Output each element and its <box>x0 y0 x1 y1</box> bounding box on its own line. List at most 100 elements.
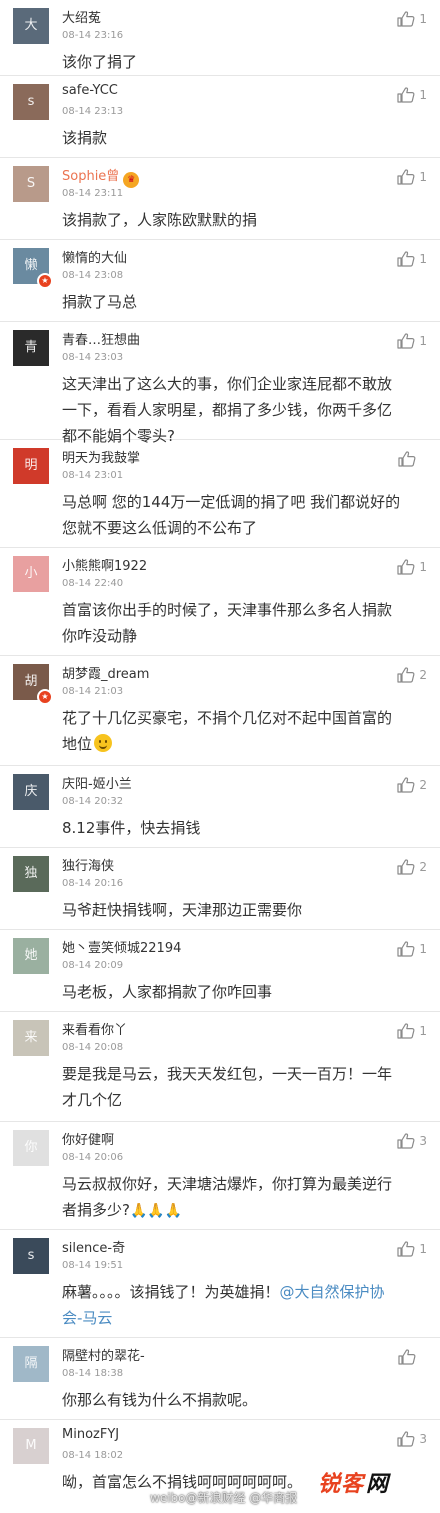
thumbs-up-icon <box>397 1241 415 1257</box>
comment-item: 隔 隔壁村的翠花- 08-14 18:38 你那么有钱为什么不捐款呢。 <box>0 1338 440 1420</box>
like-button[interactable]: 2 <box>397 858 427 876</box>
comment-text-line: 才几个亿 <box>62 1087 422 1113</box>
like-button[interactable]: 1 <box>397 1240 427 1258</box>
comment-text-segment: 该你了捐了 <box>62 53 138 71</box>
username[interactable]: 隔壁村的翠花- <box>62 1345 145 1364</box>
like-count: 1 <box>419 334 427 348</box>
comment-time: 08-14 23:01 <box>62 470 124 481</box>
username[interactable]: safe-YCC <box>62 83 118 98</box>
username[interactable]: 你好健啊 <box>62 1129 114 1148</box>
like-button[interactable]: 1 <box>397 558 427 576</box>
avatar-initial: 隔 <box>24 1356 38 1371</box>
avatar[interactable]: M <box>13 1428 49 1464</box>
comment-text-line: 该捐款了，人家陈欧默默的捐 <box>62 207 422 233</box>
comment-text-line: 麻薯。。。。该捐钱了！为英雄捐！@大自然保护协 <box>62 1279 422 1305</box>
username-text: 来看看你丫 <box>62 1023 128 1038</box>
thumbs-up-icon <box>397 667 415 683</box>
like-button[interactable]: 1 <box>397 332 427 350</box>
watermark-text: weibo@新浪财经 @华商报 <box>150 1491 298 1505</box>
avatar-initial: 庆 <box>24 784 38 799</box>
avatar[interactable]: 青 <box>13 330 49 366</box>
username[interactable]: 独行海侠 <box>62 855 114 874</box>
avatar[interactable]: 小 <box>13 556 49 592</box>
avatar[interactable]: 大 <box>13 8 49 44</box>
username[interactable]: silence-奇 <box>62 1237 125 1256</box>
comment-item: 大 大绍菟 08-14 23:16 该你了捐了 1 <box>0 0 440 76</box>
like-button[interactable]: 2 <box>397 776 427 794</box>
like-count: 1 <box>419 1024 427 1038</box>
comment-text: 捐款了马总 <box>62 289 422 315</box>
username[interactable]: 明天为我鼓掌 <box>62 447 140 466</box>
comment-text: 马总啊 您的144万一定低调的捐了吧 我们都说好的您就不要这么低调的不公布了 <box>62 489 422 541</box>
comment-text-line: 首富该你出手的时候了，天津事件那么多名人捐款 <box>62 597 422 623</box>
like-button[interactable]: 1 <box>397 10 427 28</box>
avatar[interactable]: 明 <box>13 448 49 484</box>
comment-text: 马爷赶快捐钱啊，天津那边正需要你 <box>62 897 422 923</box>
comment-text-line: 花了十几亿买豪宅，不捐个几亿对不起中国首富的 <box>62 705 422 731</box>
comment-text-segment: 一下，看看人家明星，都捐了多少钱，你两千多亿 <box>62 401 393 419</box>
username-text: 庆阳-姬小兰 <box>62 777 132 792</box>
username-text: safe-YCC <box>62 83 118 98</box>
like-count: 2 <box>419 668 427 682</box>
comment-text-segment: 你咋没动静 <box>62 627 138 645</box>
comment-text-segment: 这天津出了这么大的事，你们企业家连屁都不敢放 <box>62 375 393 393</box>
username[interactable]: 小熊熊啊1922 <box>62 555 147 574</box>
comment-text-line: 您就不要这么低调的不公布了 <box>62 515 422 541</box>
avatar[interactable]: 来 <box>13 1020 49 1056</box>
like-button[interactable]: 1 <box>397 940 427 958</box>
username[interactable]: 大绍菟 <box>62 7 101 26</box>
like-count: 2 <box>419 860 427 874</box>
comment-text: 你那么有钱为什么不捐款呢。 <box>62 1387 422 1413</box>
comment-text-line: 8.12事件，快去捐钱 <box>62 815 422 841</box>
like-button[interactable]: 1 <box>397 168 427 186</box>
comment-text-segment: 才几个亿 <box>62 1091 123 1109</box>
crown-badge-icon: ♛ <box>123 172 140 188</box>
like-button[interactable] <box>398 1348 427 1366</box>
avatar-initial: S <box>26 176 36 191</box>
avatar[interactable]: s <box>13 84 49 120</box>
like-button[interactable]: 3 <box>397 1430 427 1448</box>
mention-link[interactable]: @大自然保护协 <box>280 1283 385 1301</box>
avatar-initial: M <box>25 1438 37 1453</box>
like-count: 1 <box>419 12 427 26</box>
thumbs-up-icon <box>397 11 415 27</box>
pray-hands-icon: 🙏🙏🙏 <box>129 1203 183 1219</box>
avatar-initial: 独 <box>24 866 38 881</box>
username-text: 她丶壹笑倾城22194 <box>62 941 182 956</box>
avatar[interactable]: S <box>13 166 49 202</box>
like-count: 3 <box>419 1432 427 1446</box>
username[interactable]: 胡梦霞_dream <box>62 663 149 682</box>
comment-time: 08-14 20:32 <box>62 796 124 807</box>
thumbs-up-icon <box>397 333 415 349</box>
mention-link[interactable]: 会-马云 <box>62 1309 112 1327</box>
username[interactable]: 青春…狂想曲 <box>62 329 140 348</box>
like-button[interactable]: 2 <box>397 666 427 684</box>
comment-item: 懒 ★ 懒惰的大仙 08-14 23:08 捐款了马总 1 <box>0 240 440 322</box>
avatar[interactable]: 她 <box>13 938 49 974</box>
username[interactable]: MinozFYJ <box>62 1427 119 1442</box>
avatar[interactable]: 你 <box>13 1130 49 1166</box>
avatar[interactable]: 隔 <box>13 1346 49 1382</box>
avatar[interactable]: 庆 <box>13 774 49 810</box>
username-text: 隔壁村的翠花- <box>62 1349 145 1364</box>
comment-text-segment: 马总啊 您的144万一定低调的捐了吧 我们都说好的 <box>62 493 401 511</box>
like-button[interactable]: 3 <box>397 1132 427 1150</box>
like-button[interactable]: 1 <box>397 1022 427 1040</box>
avatar[interactable]: s <box>13 1238 49 1274</box>
comment-item: 庆 庆阳-姬小兰 08-14 20:32 8.12事件，快去捐钱 2 <box>0 766 440 848</box>
username[interactable]: 她丶壹笑倾城22194 <box>62 937 181 956</box>
username[interactable]: 庆阳-姬小兰 <box>62 773 132 792</box>
avatar-initial: 来 <box>24 1030 38 1045</box>
comment-text-segment: 者捐多少? <box>62 1201 130 1219</box>
comment-text: 该捐款了，人家陈欧默默的捐 <box>62 207 422 233</box>
like-button[interactable]: 1 <box>397 250 427 268</box>
thumbs-up-icon <box>397 251 415 267</box>
avatar[interactable]: 独 <box>13 856 49 892</box>
username[interactable]: Sophie曾 ♛ <box>62 165 140 188</box>
comment-item: 青 青春…狂想曲 08-14 23:03 这天津出了这么大的事，你们企业家连屁都不敢放… <box>0 322 440 445</box>
username[interactable]: 懒惰的大仙 <box>62 247 127 266</box>
like-button[interactable] <box>398 450 427 468</box>
username-text: silence-奇 <box>62 1241 126 1256</box>
username[interactable]: 来看看你丫 <box>62 1019 127 1038</box>
like-button[interactable]: 1 <box>397 86 427 104</box>
